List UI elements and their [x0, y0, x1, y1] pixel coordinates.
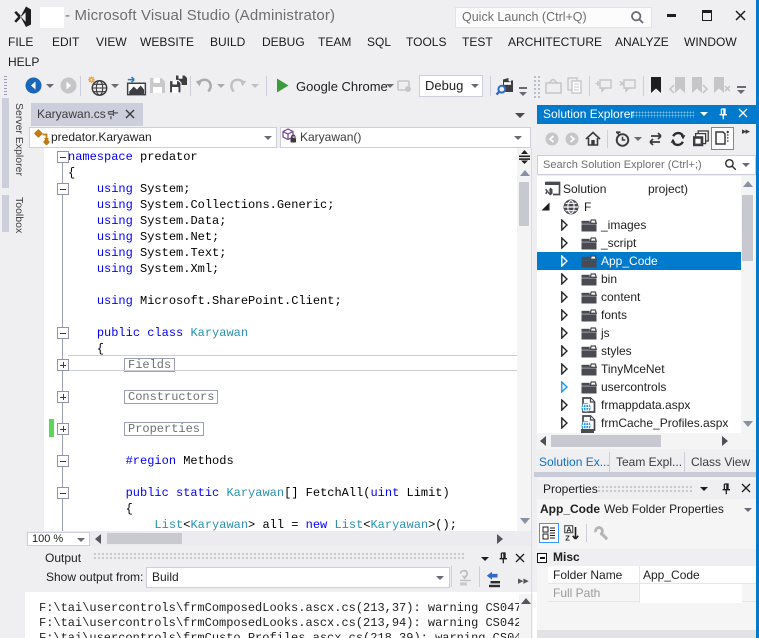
svg-text:Z: Z [565, 534, 570, 543]
svg-text:A: A [566, 525, 572, 534]
